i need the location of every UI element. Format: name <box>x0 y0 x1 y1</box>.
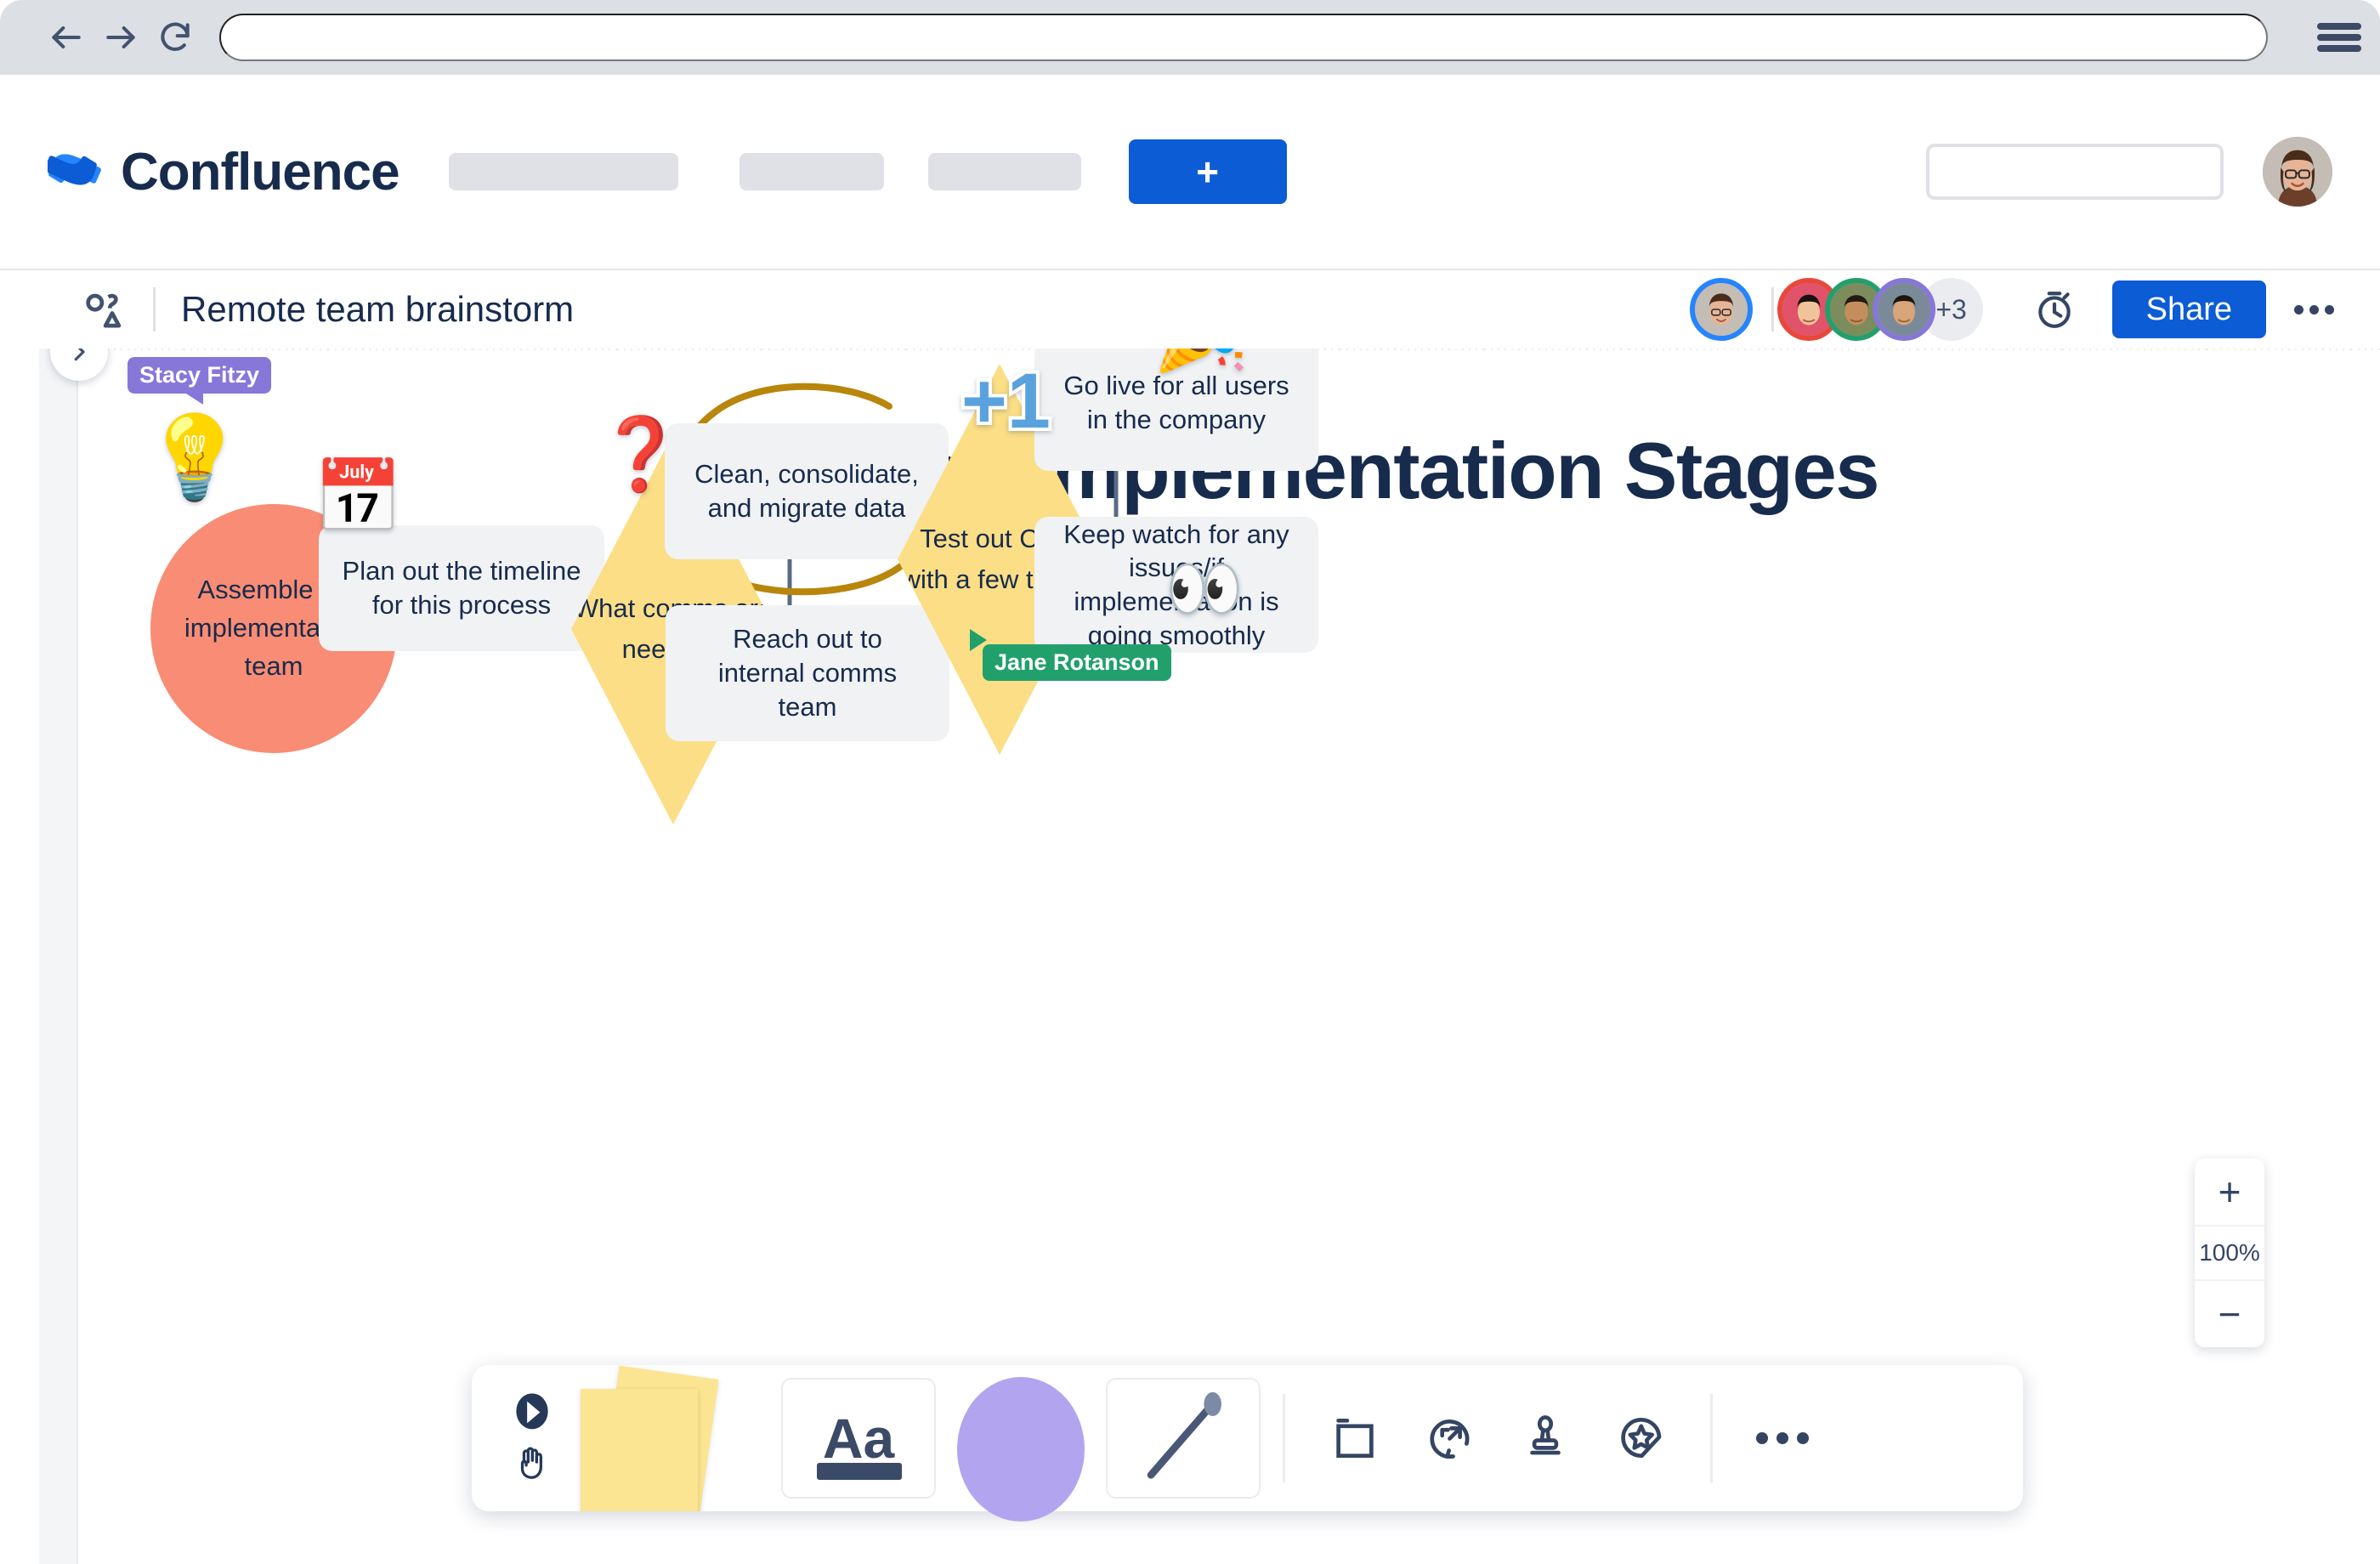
select-tool-button[interactable] <box>496 1391 569 1486</box>
chevron-right-icon <box>74 348 85 361</box>
timer-button[interactable] <box>2022 277 2087 342</box>
toolbar-divider-2 <box>1710 1394 1713 1482</box>
nav-right-group <box>1926 137 2332 207</box>
share-button[interactable]: Share <box>2111 280 2266 338</box>
nav-menu-item-3[interactable] <box>927 153 1081 190</box>
browser-reload-button[interactable] <box>148 10 202 65</box>
zoom-out-button[interactable]: − <box>2195 1281 2264 1347</box>
url-bar[interactable] <box>219 14 2268 61</box>
nav-menu-item-1[interactable] <box>448 153 678 190</box>
presence-stack: +3 <box>1776 278 1983 341</box>
jira-card-tool-button[interactable] <box>1402 1391 1498 1486</box>
node-plan-timeline[interactable]: Plan out the timeline for this process <box>319 525 604 651</box>
cursor-pointer-jane <box>970 629 987 651</box>
node-reach-comms-team[interactable]: Reach out to internal comms team <box>666 605 949 741</box>
presence-divider <box>1771 287 1774 332</box>
sticker-icon <box>1621 1418 1662 1458</box>
zoom-in-button[interactable]: + <box>2195 1159 2264 1225</box>
cursor-pointer-stacy <box>186 382 203 405</box>
browser-menu-button[interactable] <box>2298 0 2380 75</box>
avatar[interactable] <box>2263 137 2332 207</box>
line-tool-icon <box>1147 1391 1221 1479</box>
eyes-emoji-sticker[interactable]: 👀 <box>1165 552 1244 626</box>
lightbulb-emoji-sticker[interactable]: 💡 <box>144 411 246 506</box>
toolbar-more-button[interactable] <box>1735 1391 1830 1486</box>
sticky-note-front <box>581 1389 698 1511</box>
search-input[interactable] <box>1953 157 2281 186</box>
hand-pan-button[interactable] <box>513 1442 552 1486</box>
text-tool-button[interactable]: Aa <box>781 1378 936 1499</box>
brand-name: Confluence <box>121 142 400 201</box>
whiteboard-canvas[interactable]: Expected Implementation Stages <box>39 348 2380 1564</box>
header-right-group: +3 Share <box>1689 277 2346 342</box>
frame-icon <box>1336 1419 1374 1458</box>
whiteboard-shapes-icon <box>86 293 122 328</box>
jira-card-icon <box>1430 1420 1470 1459</box>
stamp-tool-button[interactable] <box>1498 1391 1593 1486</box>
left-rail <box>39 348 78 1564</box>
node-clean-migrate[interactable]: Clean, consolidate, and migrate data <box>665 423 949 559</box>
browser-chrome <box>0 0 2380 75</box>
shape-tool-icon <box>957 1377 1085 1522</box>
toolbar-divider <box>1283 1394 1285 1482</box>
page-title[interactable]: Remote team brainstorm <box>181 289 574 330</box>
calendar-emoji-sticker[interactable]: 📅 <box>314 455 403 539</box>
presence-avatar-3[interactable] <box>1872 278 1935 341</box>
search-box[interactable] <box>1926 144 2281 200</box>
timer-icon <box>2037 292 2071 328</box>
question-mark-emoji-sticker[interactable]: ❓ <box>596 412 685 496</box>
text-tool-label: Aa <box>822 1407 895 1470</box>
zoom-level: 100% <box>2195 1225 2264 1281</box>
bottom-toolbar: Aa <box>472 1365 2023 1522</box>
text-underline <box>817 1463 902 1480</box>
frame-tool-button[interactable] <box>1307 1391 1402 1486</box>
create-button[interactable]: + <box>1128 139 1287 204</box>
confluence-navbar: Confluence + <box>0 75 2380 270</box>
hand-pan-icon <box>520 1447 542 1479</box>
confluence-logo-icon <box>48 154 101 185</box>
party-popper-emoji-sticker[interactable]: 🎉 <box>1153 348 1250 377</box>
cursor-select-icon <box>516 1392 548 1429</box>
cursor-label-jane: Jane Rotanson <box>983 644 1171 681</box>
presence-avatar-self[interactable] <box>1689 278 1753 341</box>
brand[interactable]: Confluence <box>48 142 400 202</box>
plus-one-sticker[interactable]: +1 <box>958 354 1054 448</box>
sticky-notes-tool-button[interactable] <box>569 1365 781 1511</box>
board-header: Remote team brainstorm +3 Share <box>39 270 2380 348</box>
browser-forward-button[interactable] <box>94 10 148 65</box>
shape-tool-button[interactable] <box>936 1365 1106 1522</box>
header-divider <box>153 287 156 332</box>
zoom-control: + 100% − <box>2195 1159 2264 1347</box>
nav-menu-item-2[interactable] <box>739 153 884 190</box>
board-more-button[interactable] <box>2281 277 2346 342</box>
stamp-icon <box>1530 1415 1561 1455</box>
browser-back-button[interactable] <box>39 10 94 65</box>
line-tool-button[interactable] <box>1106 1378 1261 1499</box>
sticker-tool-button[interactable] <box>1593 1391 1688 1486</box>
